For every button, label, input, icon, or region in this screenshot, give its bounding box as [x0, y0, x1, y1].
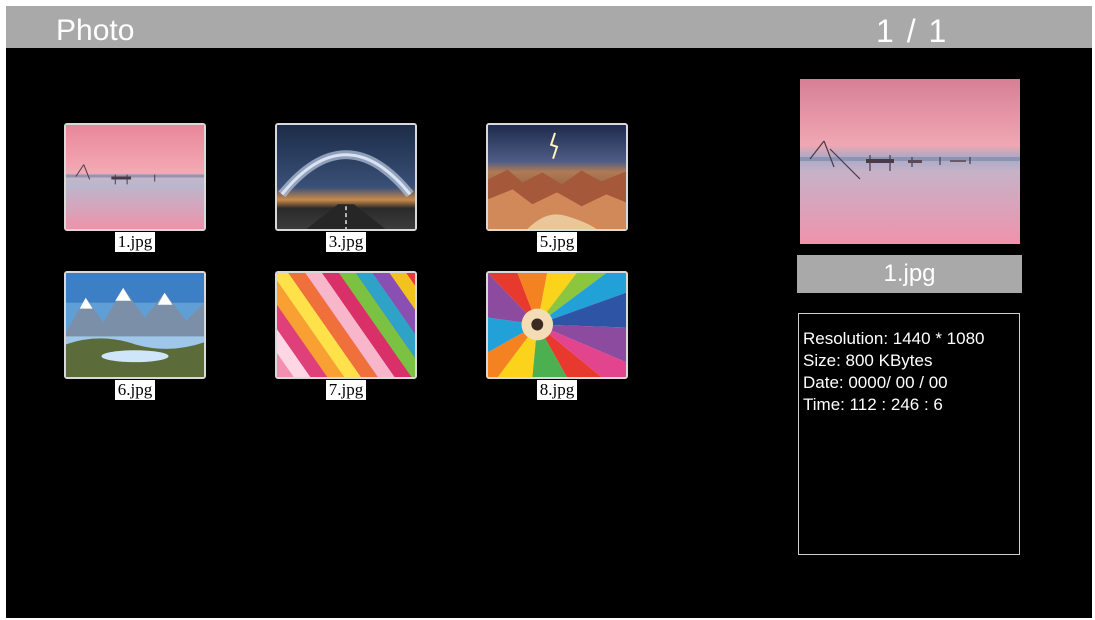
thumbnail-label: 1.jpg	[114, 232, 156, 252]
info-time: Time: 112 : 246 : 6	[803, 395, 943, 414]
thumbnail-item-5[interactable]: 5.jpg	[486, 123, 628, 255]
info-resolution: Resolution: 1440 * 1080	[803, 329, 985, 348]
photo-browser-screen: Photo 1 / 1 1.jpg 3.jpg 5.jpg 6.jpg 7.jp…	[6, 6, 1092, 618]
milky-way-road-image	[277, 125, 415, 229]
canyon-lightning-image	[488, 125, 626, 229]
info-size: Size: 800 KBytes	[803, 351, 933, 370]
info-date: Date: 0000/ 00 / 00	[803, 373, 948, 392]
page-title: Photo	[56, 14, 135, 47]
preview-filename: 1.jpg	[797, 255, 1022, 293]
thumbnail-image[interactable]	[486, 271, 628, 379]
thumbnail-label: 7.jpg	[325, 380, 367, 400]
header-bar: Photo 1 / 1	[6, 6, 1092, 48]
mountain-lake-image	[66, 273, 204, 377]
thumbnail-label: 8.jpg	[536, 380, 578, 400]
thumbnail-item-7[interactable]: 7.jpg	[275, 271, 417, 403]
thumbnail-label: 5.jpg	[536, 232, 578, 252]
file-info-panel: Resolution: 1440 * 1080 Size: 800 KBytes…	[798, 313, 1020, 555]
thumbnail-item-6[interactable]: 6.jpg	[64, 271, 206, 403]
thumbnail-label: 3.jpg	[325, 232, 367, 252]
preview-image	[800, 79, 1020, 244]
colored-pencils-image	[488, 273, 626, 377]
thumbnail-image[interactable]	[275, 123, 417, 231]
pink-sunset-lake-preview	[800, 79, 1020, 244]
thumbnail-item-3[interactable]: 3.jpg	[275, 123, 417, 255]
thumbnail-image[interactable]	[64, 271, 206, 379]
pink-sunset-lake-image	[66, 125, 204, 229]
thumbnail-label: 6.jpg	[114, 380, 156, 400]
thumbnail-item-1[interactable]: 1.jpg	[64, 123, 206, 255]
page-counter: 1 / 1	[876, 13, 949, 49]
thumbnail-image[interactable]	[486, 123, 628, 231]
colored-paper-stripes-image	[277, 273, 415, 377]
thumbnail-image[interactable]	[275, 271, 417, 379]
thumbnail-item-8[interactable]: 8.jpg	[486, 271, 628, 403]
thumbnail-image[interactable]	[64, 123, 206, 231]
